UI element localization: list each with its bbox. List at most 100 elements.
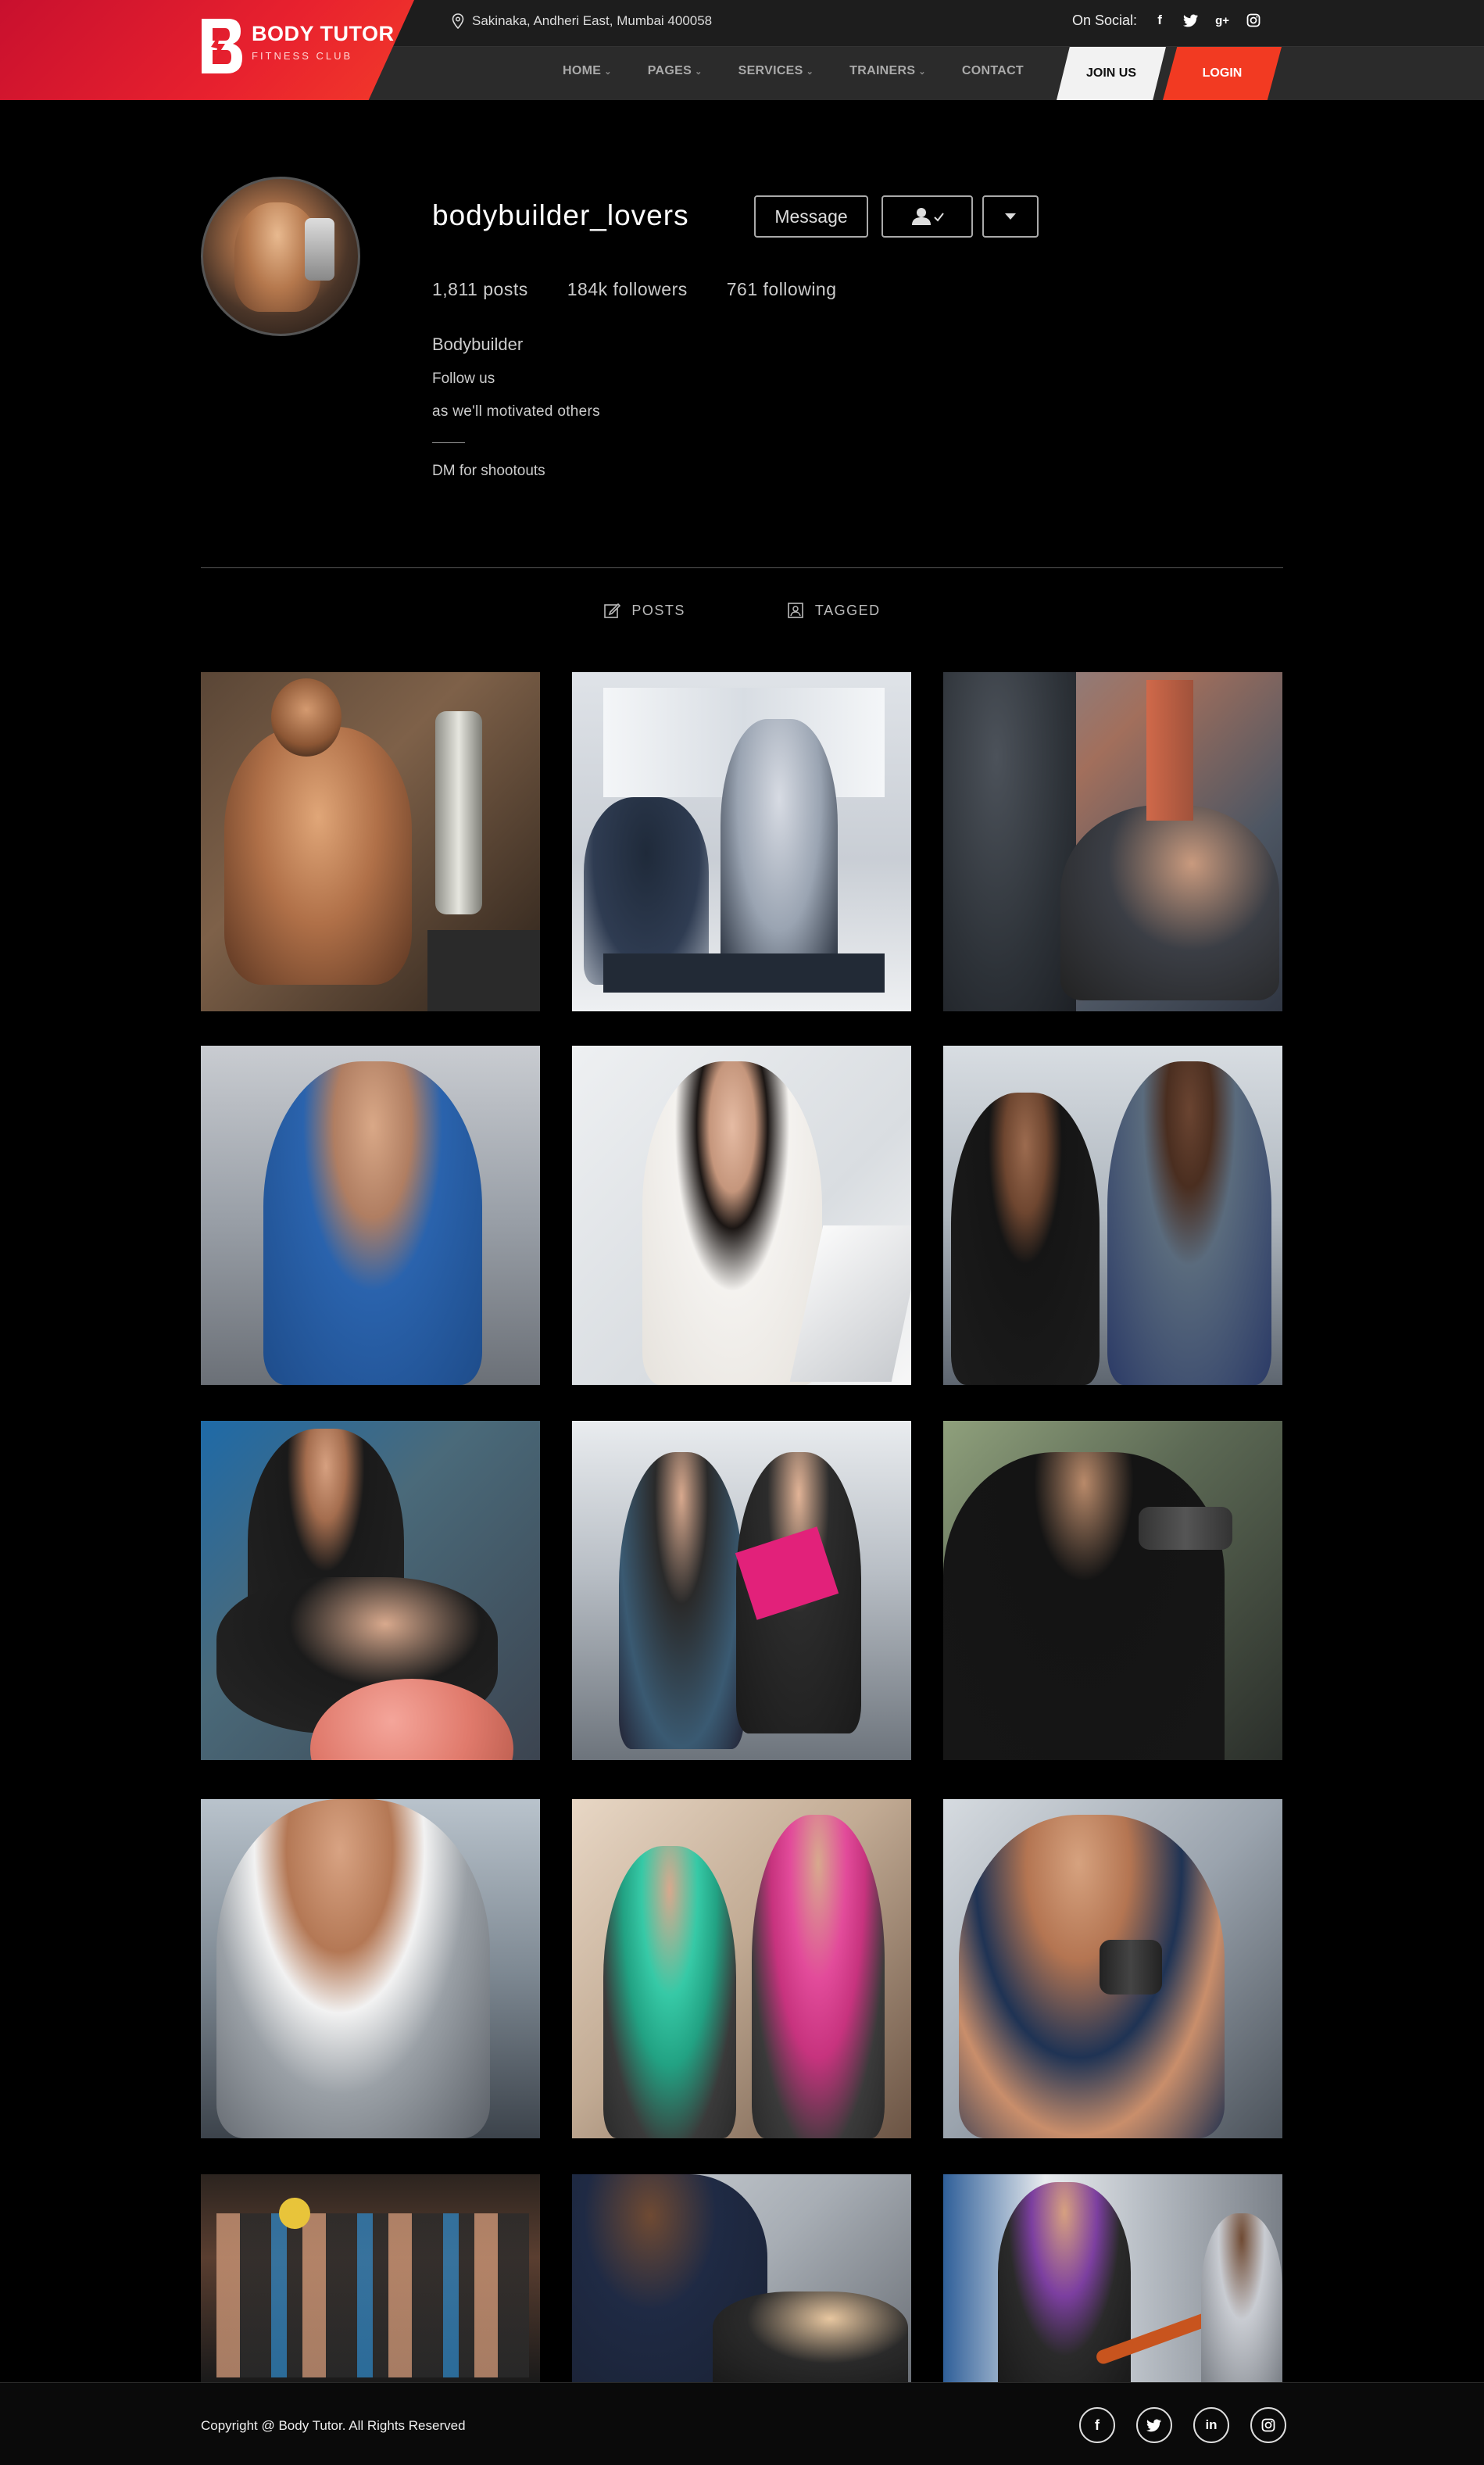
instagram-icon[interactable]	[1245, 12, 1262, 29]
photo-figure	[224, 727, 412, 985]
bio-line-2: Follow us	[432, 370, 495, 387]
nav-label: HOME	[563, 64, 602, 77]
photo-trainer	[943, 672, 1076, 1011]
photo-rowing-machine	[603, 953, 885, 993]
posts-count[interactable]: 1,811 posts	[432, 279, 528, 300]
profile-avatar[interactable]	[201, 177, 360, 336]
nav-item-contact[interactable]: CONTACT	[962, 64, 1024, 78]
edit-icon	[604, 603, 621, 618]
post-photo[interactable]	[943, 672, 1282, 1011]
photo-person	[642, 1061, 822, 1385]
nav-item-pages[interactable]: PAGES ⌄	[648, 64, 703, 78]
nav-label: SERVICES	[738, 64, 803, 77]
photo-woman	[1060, 805, 1279, 1000]
chevron-down-icon: ⌄	[695, 66, 703, 77]
photo-woman-right	[752, 1815, 885, 2138]
profile-tabs: POSTS TAGGED	[0, 602, 1484, 619]
photo-dumbbell	[1100, 1940, 1162, 1995]
bio-line-4: DM for shootouts	[432, 463, 545, 479]
post-photo[interactable]	[201, 672, 540, 1011]
tab-posts-label: POSTS	[631, 602, 685, 618]
photo-person-right	[1107, 1061, 1271, 1385]
photo-person	[959, 1815, 1225, 2138]
more-options-button[interactable]	[982, 195, 1039, 238]
photo-woman-left	[603, 1846, 736, 2138]
address-info: Sakinaka, Andheri East, Mumbai 400058	[452, 13, 712, 29]
logo-subtitle: FITNESS CLUB	[252, 50, 353, 62]
photo-person-left	[951, 1093, 1100, 1385]
address-text: Sakinaka, Andheri East, Mumbai 400058	[472, 13, 713, 28]
profile-divider	[201, 567, 1283, 568]
bio-line-1: Bodybuilder	[432, 335, 524, 354]
logo-block[interactable]: BODY TUTOR FITNESS CLUB	[0, 0, 414, 100]
chevron-down-icon: ⌄	[918, 66, 926, 77]
photo-person	[263, 1061, 482, 1385]
chevron-down-icon: ⌄	[806, 66, 814, 77]
post-photo[interactable]	[943, 1046, 1282, 1385]
bio-divider	[432, 442, 465, 443]
photo-shirt-text	[943, 1569, 1084, 1655]
main-nav: HOME ⌄ PAGES ⌄ SERVICES ⌄ TRAINERS ⌄ CONTACT	[563, 64, 1060, 78]
post-photo[interactable]	[572, 1421, 911, 1760]
social-label: On Social:	[1072, 12, 1138, 28]
facebook-icon[interactable]: f	[1151, 12, 1168, 29]
photo-person-right	[721, 719, 838, 985]
photo-person-right	[1201, 2213, 1282, 2382]
avatar-dumbbell	[305, 218, 334, 281]
caret-down-icon	[1005, 213, 1016, 220]
post-photo[interactable]	[201, 1799, 540, 2138]
post-photo[interactable]	[572, 1046, 911, 1385]
header-social: On Social: f g+	[1072, 12, 1262, 29]
tab-posts[interactable]: POSTS	[603, 602, 685, 619]
message-button[interactable]: Message	[754, 195, 868, 238]
join-us-button[interactable]: JOIN US	[1057, 47, 1166, 100]
profile-stats: 1,811 posts 184k followers 761 following	[432, 279, 837, 300]
bio-line-3: as we'll motivated others	[432, 403, 600, 420]
chevron-down-icon: ⌄	[604, 66, 612, 77]
post-photo[interactable]	[201, 1046, 540, 1385]
photo-group-figures	[216, 2213, 529, 2377]
post-photo[interactable]	[201, 2174, 540, 2382]
nav-label: TRAINERS	[849, 64, 916, 77]
instagram-icon[interactable]	[1250, 2407, 1286, 2443]
post-photo[interactable]	[943, 1421, 1282, 1760]
login-button[interactable]: LOGIN	[1163, 47, 1282, 100]
twitter-icon[interactable]	[1136, 2407, 1172, 2443]
site-header: BODY TUTOR FITNESS CLUB Sakinaka, Andher…	[0, 0, 1484, 100]
tagged-user-icon	[788, 603, 803, 618]
photo-person	[216, 1799, 490, 2138]
photo-person-left	[619, 1452, 744, 1749]
linkedin-icon[interactable]: in	[1193, 2407, 1229, 2443]
site-footer: Copyright @ Body Tutor. All Rights Reser…	[0, 2382, 1484, 2465]
photo-gym-rack	[1146, 680, 1193, 821]
nav-label: PAGES	[647, 64, 692, 77]
followers-count[interactable]: 184k followers	[567, 279, 688, 300]
photo-equipment	[435, 711, 482, 914]
google-plus-icon[interactable]: g+	[1214, 12, 1231, 29]
user-check-icon	[911, 208, 944, 225]
profile-username: bodybuilder_lovers	[432, 199, 689, 231]
facebook-icon[interactable]: f	[1079, 2407, 1115, 2443]
nav-item-trainers[interactable]: TRAINERS ⌄	[849, 64, 926, 78]
copyright-text: Copyright @ Body Tutor. All Rights Reser…	[201, 2418, 466, 2433]
post-photo[interactable]	[201, 1421, 540, 1760]
logo-title: BODY TUTOR	[252, 22, 395, 45]
post-photo[interactable]	[943, 2174, 1282, 2382]
location-pin-icon	[452, 13, 464, 29]
photo-kettlebell	[279, 2198, 310, 2229]
tab-tagged[interactable]: TAGGED	[787, 602, 881, 619]
following-count[interactable]: 761 following	[727, 279, 837, 300]
photo-shorts	[427, 930, 540, 1011]
twitter-icon[interactable]	[1182, 12, 1200, 29]
post-photo[interactable]	[943, 1799, 1282, 2138]
following-button[interactable]	[881, 195, 973, 238]
photo-head	[271, 678, 341, 757]
post-photo[interactable]	[572, 2174, 911, 2382]
photo-woman	[713, 2291, 908, 2382]
post-photo[interactable]	[572, 672, 911, 1011]
nav-item-home[interactable]: HOME ⌄	[563, 64, 612, 78]
tab-tagged-label: TAGGED	[814, 602, 881, 618]
nav-item-services[interactable]: SERVICES ⌄	[738, 64, 814, 78]
nav-label: CONTACT	[961, 64, 1024, 77]
post-photo[interactable]	[572, 1799, 911, 2138]
